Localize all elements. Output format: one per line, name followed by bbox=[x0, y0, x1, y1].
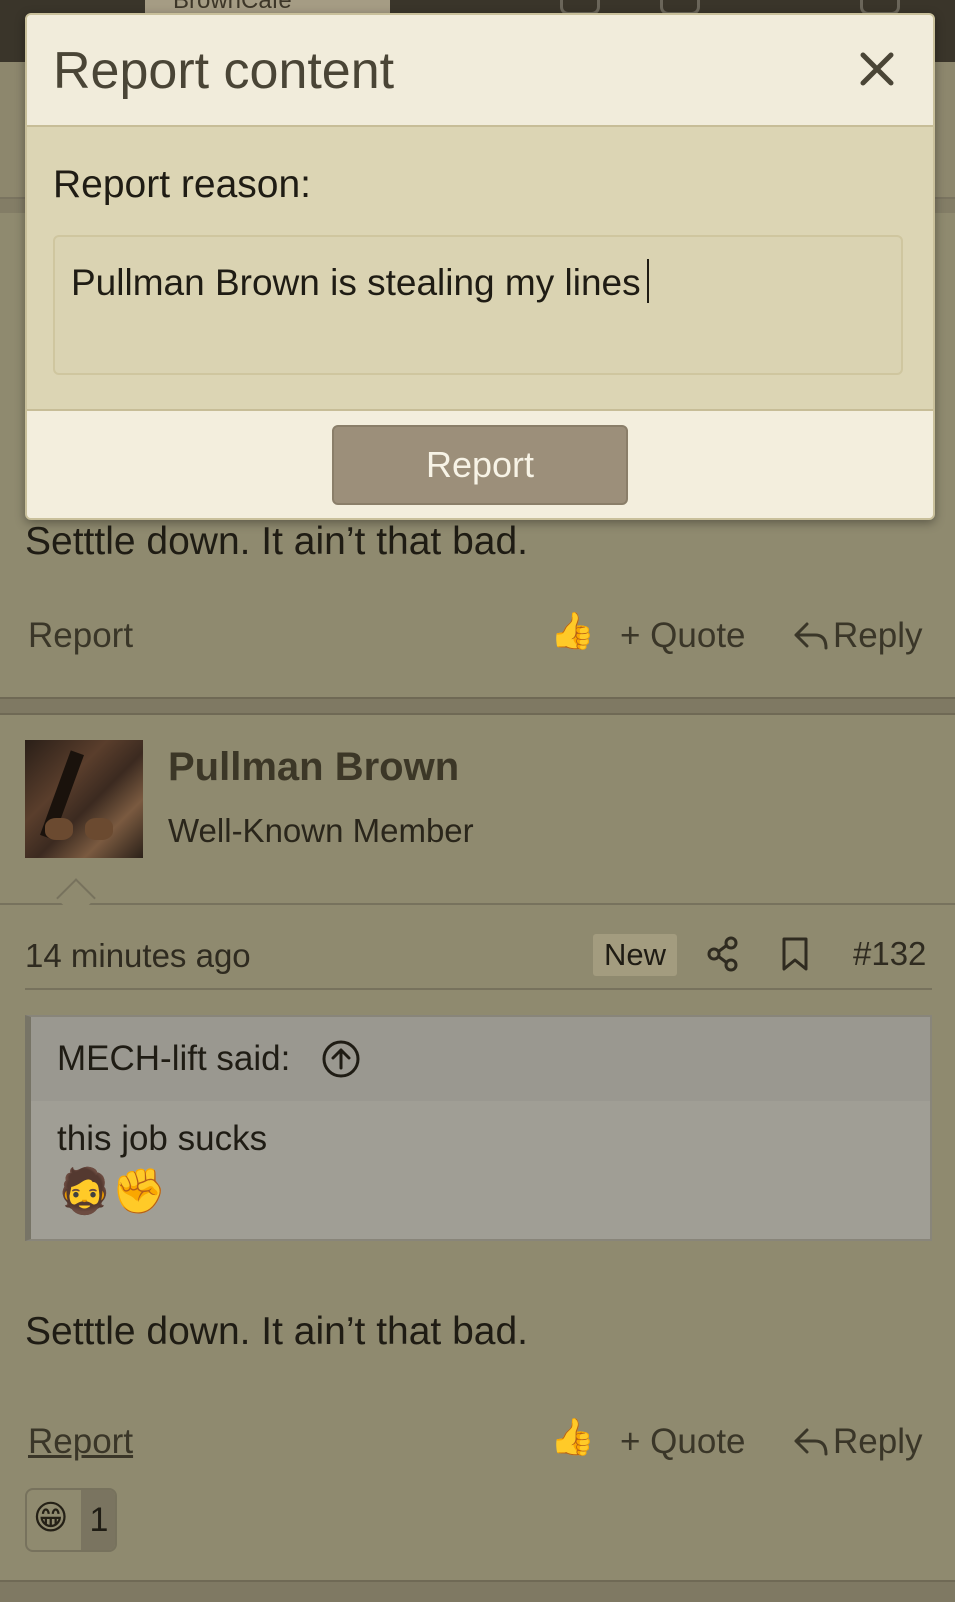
post-separator bbox=[0, 1580, 955, 1602]
site-logo[interactable]: BrownCafe bbox=[145, 0, 390, 14]
quote-emoji: 🧔✊ bbox=[57, 1167, 167, 1216]
author-title: Well-Known Member bbox=[168, 812, 474, 849]
reply-icon bbox=[794, 1428, 828, 1456]
report-submit-button[interactable]: Report bbox=[332, 425, 628, 505]
close-icon[interactable] bbox=[855, 47, 899, 91]
avatar[interactable] bbox=[25, 740, 143, 858]
quote-author[interactable]: MECH-lift said: bbox=[57, 1039, 290, 1079]
reaction-summary[interactable]: 😁 1 bbox=[25, 1488, 117, 1552]
post-actions: Report 👍 + Quote Reply bbox=[0, 1416, 955, 1472]
thumbs-up-icon[interactable]: 👍 bbox=[550, 1416, 595, 1458]
report-dialog: Report content Report reason: Pullman Br… bbox=[25, 13, 935, 520]
bookmark-icon[interactable] bbox=[780, 936, 810, 972]
new-badge: New bbox=[593, 934, 678, 976]
profile-notch bbox=[56, 878, 96, 918]
post-actions: Report 👍 + Quote Reply bbox=[0, 610, 955, 666]
dialog-footer: Report bbox=[27, 411, 933, 518]
report-reason-label: Report reason: bbox=[53, 163, 311, 206]
report-link[interactable]: Report bbox=[28, 1422, 133, 1462]
text-caret bbox=[646, 259, 649, 303]
profile-divider bbox=[0, 903, 955, 905]
dialog-body: Report reason: Pullman Brown is stealing… bbox=[27, 127, 933, 411]
reply-label: Reply bbox=[833, 616, 923, 655]
post-separator bbox=[0, 697, 955, 715]
meta-divider bbox=[25, 988, 932, 990]
report-reason-text: Pullman Brown is stealing my lines bbox=[71, 262, 641, 303]
post-timestamp[interactable]: 14 minutes ago bbox=[25, 937, 251, 975]
dialog-title: Report content bbox=[53, 42, 395, 100]
reply-icon bbox=[794, 622, 828, 650]
quote-block: MECH-lift said: this job sucks 🧔✊ bbox=[25, 1015, 932, 1241]
quote-text: this job sucks bbox=[57, 1119, 268, 1158]
reply-button[interactable]: Reply bbox=[793, 1422, 922, 1462]
post-body: Setttle down. It ain’t that bad. bbox=[25, 1310, 528, 1353]
reply-label: Reply bbox=[833, 1422, 923, 1461]
dialog-header: Report content bbox=[27, 15, 933, 127]
post-body: Setttle down. It ain’t that bad. bbox=[25, 520, 528, 563]
arrow-up-circle-icon[interactable] bbox=[321, 1039, 361, 1079]
quote-button[interactable]: + Quote bbox=[620, 616, 746, 656]
share-icon[interactable] bbox=[706, 936, 740, 972]
thumbs-up-icon[interactable]: 👍 bbox=[550, 610, 595, 652]
grin-emoji-icon: 😁 bbox=[33, 1499, 69, 1537]
report-reason-field[interactable]: Pullman Brown is stealing my lines bbox=[53, 235, 903, 375]
quote-button[interactable]: + Quote bbox=[620, 1422, 746, 1462]
report-link[interactable]: Report bbox=[28, 616, 133, 656]
reply-button[interactable]: Reply bbox=[793, 616, 922, 656]
author-name[interactable]: Pullman Brown bbox=[168, 745, 459, 790]
post-number-link[interactable]: #132 bbox=[853, 935, 926, 973]
reaction-count: 1 bbox=[81, 1490, 115, 1550]
